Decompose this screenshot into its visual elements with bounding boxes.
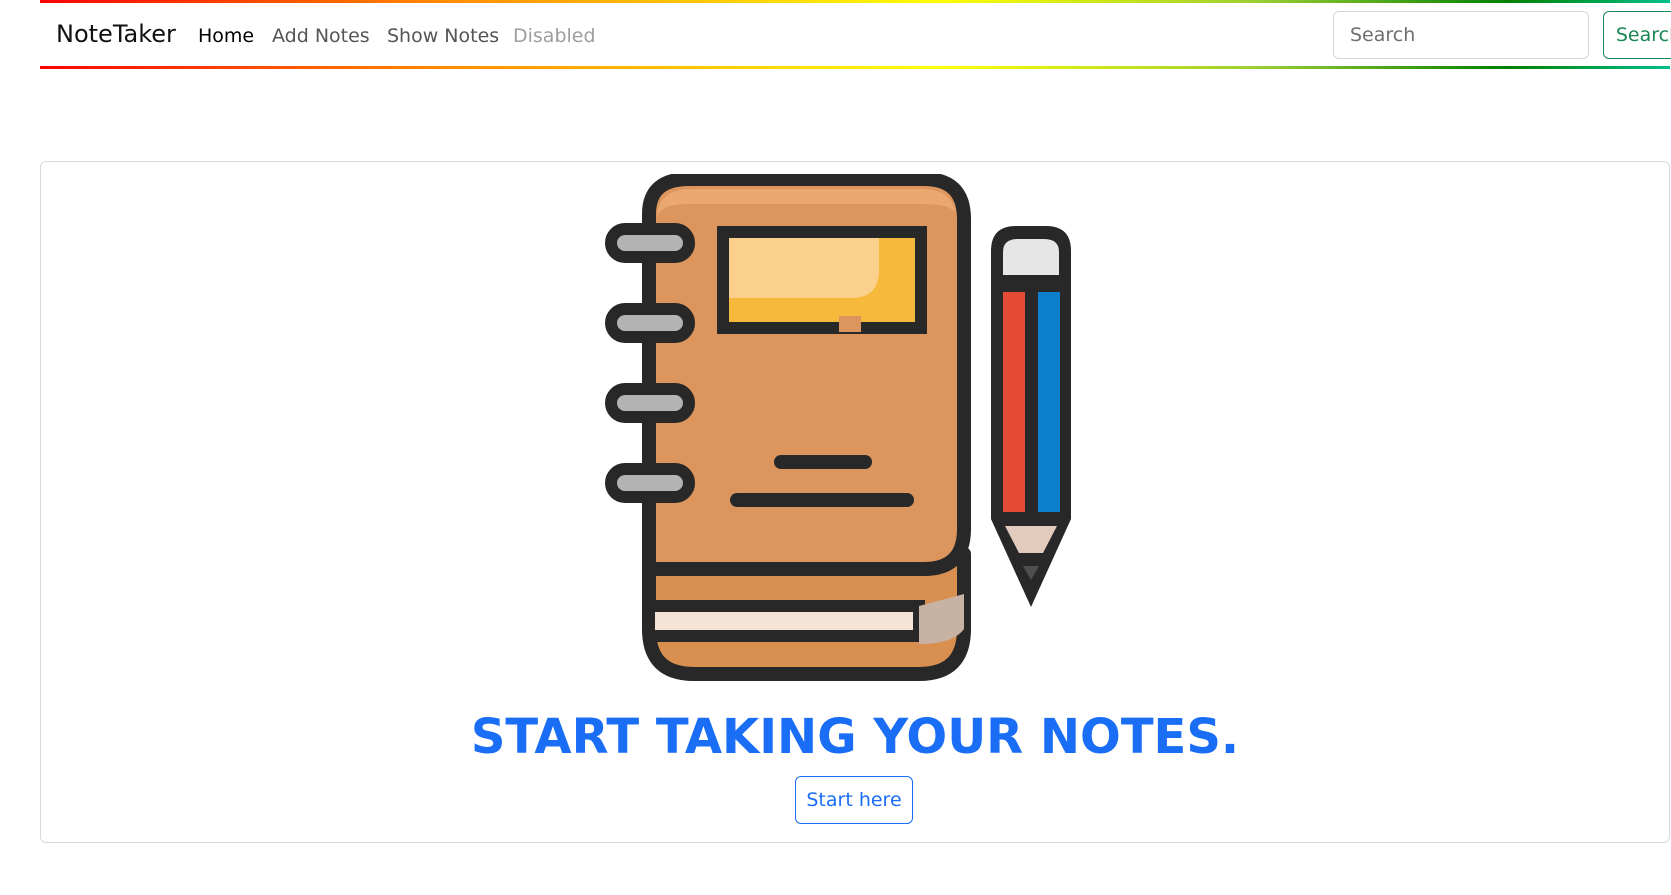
nav-link-show-notes[interactable]: Show Notes: [387, 25, 499, 47]
search-input[interactable]: [1333, 11, 1589, 59]
pencil-icon: [991, 226, 1071, 607]
rainbow-border-top: [40, 0, 1670, 3]
top-navbar: NoteTaker Home Add Notes Show Notes Disa…: [40, 0, 1671, 72]
nav-link-home[interactable]: Home: [198, 25, 254, 47]
notebook-icon: [605, 174, 971, 681]
rainbow-border-bottom: [40, 66, 1670, 69]
start-here-button[interactable]: Start here: [795, 776, 913, 824]
nav-link-add-notes[interactable]: Add Notes: [272, 25, 370, 47]
hero-card: START TAKING YOUR NOTES. Start here: [40, 161, 1670, 843]
notes-illustration: [605, 174, 1071, 681]
navbar-brand[interactable]: NoteTaker: [56, 20, 176, 48]
search-button[interactable]: Search: [1603, 11, 1671, 59]
hero-headline: START TAKING YOUR NOTES.: [470, 709, 1240, 765]
nav-link-disabled: Disabled: [513, 25, 596, 47]
